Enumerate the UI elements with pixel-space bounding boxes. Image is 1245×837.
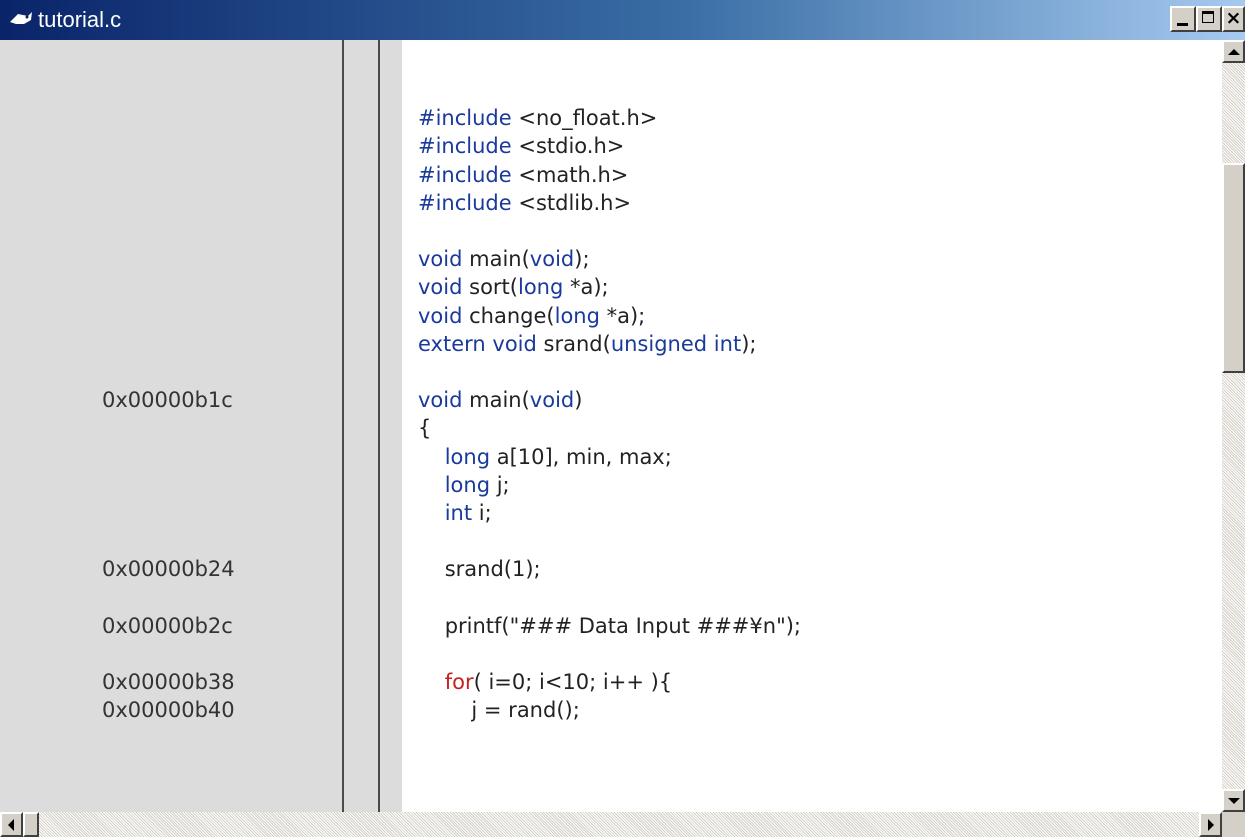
maximize-icon: [1202, 11, 1214, 23]
address-column: 0x00000b1c 0x00000b24 0x00000b2c 0x00000b38…: [0, 40, 342, 812]
editor-panes: 0x00000b1c 0x00000b24 0x00000b2c 0x00000b38…: [0, 40, 1222, 812]
vertical-scroll-thumb[interactable]: [1222, 163, 1245, 373]
scroll-up-button[interactable]: [1222, 40, 1245, 63]
code-line[interactable]: #include <no_float.h>: [418, 104, 657, 132]
code-line[interactable]: #include <stdio.h>: [418, 132, 624, 160]
horizontal-scroll-thumb[interactable]: [23, 812, 39, 837]
code-line[interactable]: srand(1);: [418, 555, 541, 583]
line-address: 0x00000b40: [102, 698, 235, 722]
breakpoint-column[interactable]: [344, 40, 378, 812]
source-window: tutorial.c × 0x00000b1c 0x00000b24 0x00000…: [0, 0, 1245, 837]
vertical-scroll-track[interactable]: [1222, 63, 1245, 789]
scroll-down-button[interactable]: [1222, 789, 1245, 812]
horizontal-scrollbar[interactable]: [0, 812, 1222, 837]
code-line[interactable]: void main(void);: [418, 245, 590, 273]
vertical-scrollbar[interactable]: [1222, 40, 1245, 812]
code-line[interactable]: j = rand();: [418, 696, 579, 724]
minimize-button[interactable]: [1170, 6, 1196, 32]
line-address: 0x00000b38: [102, 670, 235, 694]
code-line[interactable]: void change(long *a);: [418, 302, 645, 330]
code-line[interactable]: long j;: [418, 471, 510, 499]
arrow-down-icon: [1228, 798, 1240, 810]
close-button[interactable]: ×: [1222, 6, 1245, 32]
scroll-left-button[interactable]: [0, 812, 23, 837]
source-code-area[interactable]: #include <no_float.h> #include <stdio.h> #…: [402, 40, 1222, 812]
code-line[interactable]: void sort(long *a);: [418, 273, 609, 301]
code-line[interactable]: int i;: [418, 499, 492, 527]
line-address: 0x00000b24: [102, 557, 235, 581]
maximize-button[interactable]: [1196, 6, 1222, 32]
arrow-right-icon: [1208, 819, 1220, 831]
scroll-right-button[interactable]: [1199, 812, 1222, 837]
code-line[interactable]: extern void srand(unsigned int);: [418, 330, 756, 358]
size-grip[interactable]: [1222, 812, 1245, 837]
close-icon: ×: [1225, 7, 1242, 29]
window-title: tutorial.c: [38, 7, 122, 32]
code-line[interactable]: #include <math.h>: [418, 161, 628, 189]
minimize-icon: [1177, 23, 1188, 26]
code-line[interactable]: long a[10], min, max;: [418, 443, 672, 471]
line-address: 0x00000b2c: [102, 614, 233, 638]
code-line[interactable]: #include <stdlib.h>: [418, 189, 631, 217]
code-line[interactable]: {: [418, 414, 431, 442]
arrow-up-icon: [1228, 43, 1240, 55]
title-bar[interactable]: tutorial.c ×: [0, 0, 1245, 40]
horizontal-scroll-track[interactable]: [23, 812, 1199, 837]
code-line[interactable]: printf("### Data Input ###¥n");: [418, 612, 801, 640]
line-address: 0x00000b1c: [102, 388, 233, 412]
gutter-column[interactable]: [380, 40, 402, 812]
code-line[interactable]: for( i=0; i<10; i++ ){: [418, 668, 672, 696]
arrow-left-icon: [2, 819, 14, 831]
code-line[interactable]: void main(void): [418, 386, 582, 414]
source-file-icon: [10, 12, 32, 24]
